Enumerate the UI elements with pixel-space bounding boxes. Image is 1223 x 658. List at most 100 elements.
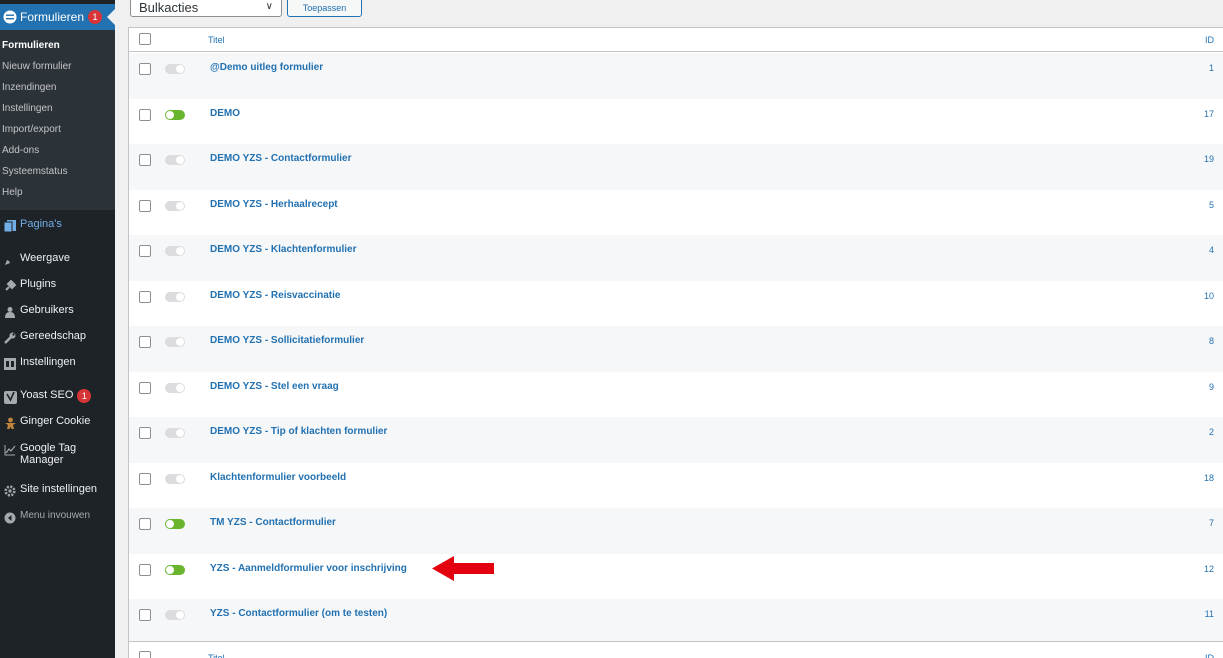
form-id: 10 — [1203, 290, 1214, 301]
row-checkbox[interactable] — [139, 199, 151, 212]
row-checkbox[interactable] — [139, 563, 151, 576]
sidebar-submenu: Formulieren Nieuw formulier Inzendingen … — [0, 30, 115, 210]
form-title-link[interactable]: DEMO YZS - Sollicitatieformulier — [210, 335, 364, 346]
chart-line-icon — [0, 440, 20, 460]
column-footer-title[interactable]: Titel — [208, 653, 225, 658]
sidebar-collapse-menu[interactable]: Menu invouwen — [0, 508, 115, 528]
update-badge: 1 — [88, 10, 103, 24]
table-row: DEMO YZS - Herhaalrecept 5 — [129, 189, 1223, 235]
row-checkbox[interactable] — [139, 245, 151, 257]
form-title-link[interactable]: @Demo uitleg formulier — [210, 62, 323, 73]
sidebar-item-formulieren[interactable]: Formulieren 1 — [0, 4, 115, 30]
tools-icon — [0, 328, 20, 348]
form-active-toggle[interactable] — [165, 291, 185, 302]
plugins-icon — [0, 276, 20, 296]
form-title-link[interactable]: DEMO YZS - Stel een vraag — [210, 381, 339, 392]
form-active-toggle[interactable] — [165, 246, 185, 256]
form-title-link[interactable]: Klachtenformulier voorbeeld — [210, 472, 346, 483]
form-title-link[interactable]: DEMO YZS - Tip of klachten formulier — [210, 426, 387, 437]
submenu-item-systeemstatus[interactable]: Systeemstatus — [2, 166, 68, 177]
form-title-link[interactable]: DEMO YZS - Reisvaccinatie — [210, 290, 340, 301]
select-all-checkbox[interactable] — [139, 33, 151, 45]
collapse-icon — [0, 508, 20, 528]
form-id: 17 — [1203, 108, 1214, 119]
submenu-item-help[interactable]: Help — [2, 187, 23, 198]
form-id: 4 — [1208, 245, 1214, 255]
sidebar-item-plugins[interactable]: Plugins — [0, 276, 115, 296]
submenu-item-instellingen[interactable]: Instellingen — [2, 103, 53, 114]
row-checkbox[interactable] — [139, 427, 151, 439]
sidebar-item-instellingen[interactable]: Instellingen — [0, 354, 115, 374]
form-active-toggle[interactable] — [165, 109, 185, 120]
column-header-title[interactable]: Titel — [208, 35, 225, 45]
sidebar-item-google-tag-manager[interactable]: Google Tag Manager — [0, 440, 115, 466]
submenu-item-inzendingen[interactable]: Inzendingen — [2, 82, 57, 93]
red-arrow-annotation — [432, 556, 494, 581]
sidebar-item-site-instellingen[interactable]: Site instellingen — [0, 481, 115, 501]
bulk-actions-value: Bulkacties — [139, 0, 199, 15]
form-id: 19 — [1203, 154, 1214, 164]
form-title-link[interactable]: DEMO YZS - Herhaalrecept — [210, 199, 338, 210]
sidebar-item-paginas[interactable]: Pagina's — [0, 216, 115, 236]
row-checkbox[interactable] — [139, 609, 151, 621]
form-id: 2 — [1208, 427, 1214, 437]
bulk-actions-select[interactable]: Bulkacties ∨ — [130, 0, 282, 17]
form-id: 11 — [1204, 609, 1214, 619]
sidebar-item-yoast-seo[interactable]: Yoast SEO 1 — [0, 387, 115, 407]
form-active-toggle[interactable] — [165, 155, 185, 165]
table-row: DEMO YZS - Tip of klachten formulier 2 — [129, 417, 1223, 463]
row-checkbox[interactable] — [139, 154, 151, 166]
sidebar-item-ginger-cookie[interactable]: Ginger Cookie — [0, 413, 115, 433]
form-title-link[interactable]: DEMO YZS - Klachtenformulier — [210, 244, 357, 255]
sidebar-item-gebruikers[interactable]: Gebruikers — [0, 302, 115, 322]
form-active-toggle[interactable] — [165, 473, 185, 484]
submenu-item-nieuw-formulier[interactable]: Nieuw formulier — [2, 61, 71, 72]
row-checkbox[interactable] — [139, 381, 151, 394]
pages-icon — [0, 216, 20, 236]
form-active-toggle[interactable] — [165, 382, 185, 393]
table-row: DEMO YZS - Sollicitatieformulier 8 — [129, 326, 1223, 372]
form-id: 18 — [1203, 472, 1214, 483]
form-title-link[interactable]: DEMO — [210, 108, 240, 119]
form-active-toggle[interactable] — [165, 200, 185, 211]
column-header-id[interactable]: ID — [1205, 35, 1214, 45]
table-row: DEMO YZS - Contactformulier 19 — [129, 144, 1223, 190]
submenu-item-import-export[interactable]: Import/export — [2, 124, 61, 135]
row-checkbox[interactable] — [139, 108, 151, 121]
sidebar-item-gereedschap[interactable]: Gereedschap — [0, 328, 115, 348]
submenu-item-formulieren[interactable]: Formulieren — [2, 40, 60, 51]
settings-icon — [0, 354, 20, 374]
apply-button[interactable]: Toepassen — [287, 0, 362, 17]
submenu-item-add-ons[interactable]: Add-ons — [2, 145, 39, 156]
form-active-toggle[interactable] — [165, 337, 185, 347]
row-checkbox[interactable] — [139, 336, 151, 348]
column-footer-id[interactable]: ID — [1205, 653, 1214, 658]
sidebar-item-weergave[interactable]: Weergave — [0, 250, 115, 270]
select-all-checkbox-footer[interactable] — [139, 651, 151, 658]
row-checkbox[interactable] — [139, 518, 151, 530]
row-checkbox[interactable] — [139, 472, 151, 485]
form-id: 8 — [1208, 336, 1214, 346]
table-row: DEMO YZS - Klachtenformulier 4 — [129, 235, 1223, 281]
form-active-toggle[interactable] — [165, 64, 185, 74]
form-active-toggle[interactable] — [165, 428, 185, 438]
row-checkbox[interactable] — [139, 63, 151, 75]
form-title-link[interactable]: DEMO YZS - Contactformulier — [210, 153, 352, 164]
form-title-link[interactable]: YZS - Aanmeldformulier voor inschrijving — [210, 563, 407, 574]
form-title-link[interactable]: YZS - Contactformulier (om te testen) — [210, 608, 387, 619]
form-active-toggle[interactable] — [165, 564, 185, 575]
table-row: TM YZS - Contactformulier 7 — [129, 508, 1223, 554]
sidebar-item-label: Formulieren — [20, 10, 85, 24]
table-row: DEMO 17 — [129, 98, 1223, 144]
table-row: @Demo uitleg formulier 1 — [129, 53, 1223, 99]
form-active-toggle[interactable] — [165, 610, 185, 620]
form-active-toggle[interactable] — [165, 519, 185, 529]
table-row: Klachtenformulier voorbeeld 18 — [129, 462, 1223, 508]
form-title-link[interactable]: TM YZS - Contactformulier — [210, 517, 336, 528]
form-id: 12 — [1203, 563, 1214, 574]
chevron-down-icon: ∨ — [265, 1, 273, 12]
forms-table: Titel ID @Demo uitleg formulier 1 DEMO 17 DE… — [128, 27, 1223, 658]
row-checkbox[interactable] — [139, 290, 151, 303]
users-icon — [0, 302, 20, 322]
form-id: 5 — [1208, 199, 1214, 210]
